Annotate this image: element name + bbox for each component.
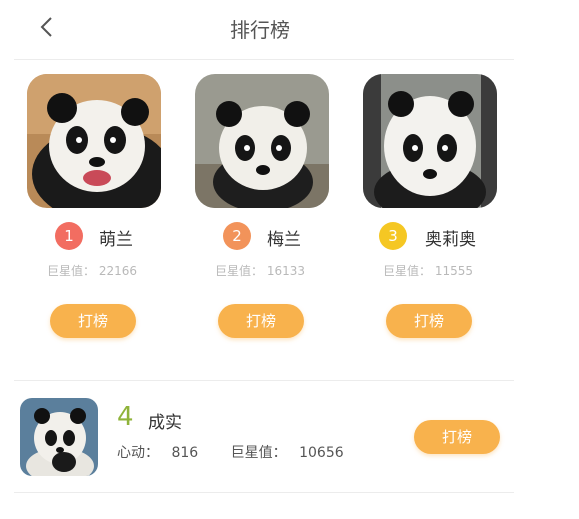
star-value: 22166 [98,264,138,278]
panda-photo-2 [195,74,329,208]
vote-button[interactable]: 打榜 [414,420,500,454]
star-value: 16133 [266,264,306,278]
list-divider [14,492,514,493]
star-value: 10656 [299,445,344,461]
rank-3-medal-icon: 3 [379,222,407,250]
page-title: 排行榜 [230,18,290,42]
star-value-line: 巨星值： 16133 [185,262,335,279]
heart-value: 816 [171,445,199,461]
star-label: 巨星值： [382,264,431,278]
panda-photo[interactable] [20,398,98,476]
vote-button[interactable]: 打榜 [50,304,136,338]
panda-name: 梅兰 [267,230,301,250]
panda-name: 成实 [148,413,182,433]
star-value-line: 巨星值： 11555 [353,262,503,279]
rank-1-name-row: 1 萌兰 [17,222,167,252]
panda-photo-4 [20,398,98,476]
panda-name: 萌兰 [99,230,133,250]
vote-button[interactable]: 打榜 [386,304,472,338]
star-value: 11555 [434,264,474,278]
panda-photo[interactable] [195,74,329,208]
star-label: 巨星值： [46,264,95,278]
star-label: 巨星值： [230,445,287,461]
section-divider [14,380,514,381]
heart-label: 心动： [117,445,159,461]
vote-button[interactable]: 打榜 [218,304,304,338]
rank-2-name-row: 2 梅兰 [185,222,335,252]
star-label: 巨星值： [214,264,263,278]
header-bar: 排行榜 [0,0,520,58]
header-divider [14,59,514,60]
rank-card-3[interactable]: 3 奥莉奥 巨星值： 11555 打榜 [353,74,503,374]
rank-1-medal-icon: 1 [55,222,83,250]
page-margin [514,0,579,519]
panda-photo-3 [363,74,497,208]
rank-card-1[interactable]: 1 萌兰 巨星值： 22166 打榜 [17,74,167,374]
list-item[interactable]: 4 成实 心动： 816 巨星值： 10656 打榜 [0,386,514,486]
rank-2-medal-icon: 2 [223,222,251,250]
rank-card-2[interactable]: 2 梅兰 巨星值： 16133 打榜 [185,74,335,374]
star-value-line: 巨星值： 22166 [17,262,167,279]
stats-line: 心动： 816 巨星值： 10656 [117,442,344,462]
panda-photo[interactable] [363,74,497,208]
rank-number: 4 [117,402,134,432]
panda-photo-1 [27,74,161,208]
rank-3-name-row: 3 奥莉奥 [353,222,503,252]
panda-name: 奥莉奥 [425,230,476,250]
panda-photo[interactable] [27,74,161,208]
